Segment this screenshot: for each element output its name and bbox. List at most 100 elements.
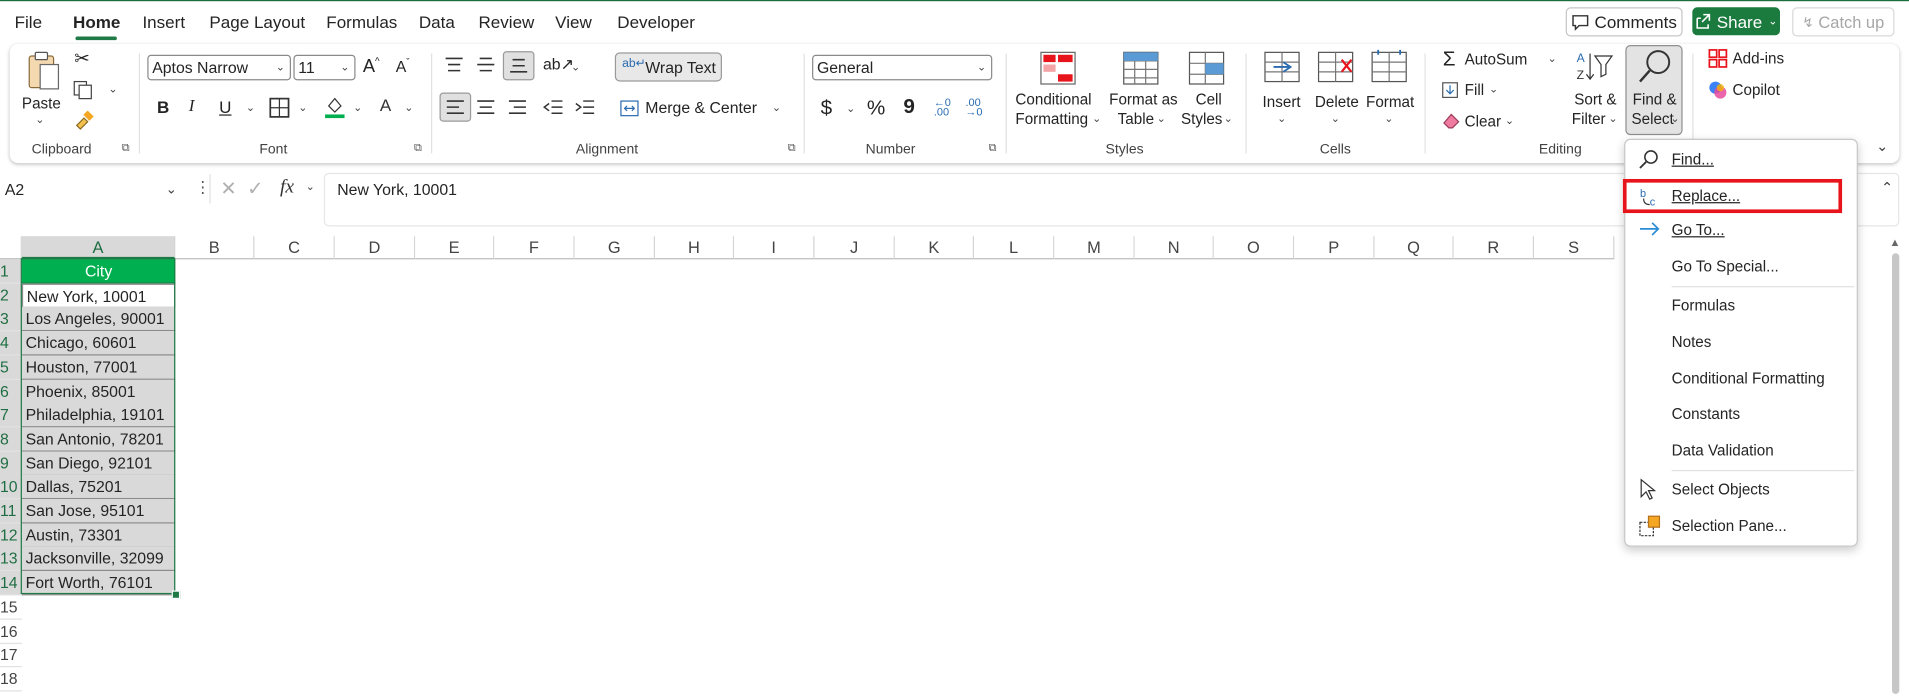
row-header-3[interactable]: 3: [0, 307, 22, 332]
fill-color-icon[interactable]: [324, 95, 346, 119]
menu-item-constants[interactable]: Constants: [1625, 397, 1856, 431]
column-header-n[interactable]: N: [1134, 236, 1214, 260]
column-header-k[interactable]: K: [894, 236, 974, 260]
menu-item-selection-pane[interactable]: Selection Pane...: [1625, 509, 1856, 543]
autosum-icon[interactable]: Σ: [1443, 47, 1456, 71]
column-header-i[interactable]: I: [734, 236, 815, 260]
row-header-6[interactable]: 6: [0, 379, 22, 404]
column-header-g[interactable]: G: [574, 236, 656, 260]
find-select-button[interactable]: Find & Select ⌄: [1625, 45, 1683, 136]
tab-review[interactable]: Review: [478, 12, 534, 31]
tab-view[interactable]: View: [555, 12, 592, 31]
row-header-10[interactable]: 10: [0, 475, 22, 500]
row-header-1[interactable]: 1: [0, 259, 22, 284]
cell-styles-label-2[interactable]: Styles: [1181, 110, 1222, 129]
dialog-launcher-icon[interactable]: ⧉: [122, 141, 130, 154]
enter-icon[interactable]: ✓: [247, 177, 263, 201]
tab-developer[interactable]: Developer: [617, 12, 695, 31]
header-cell[interactable]: City: [21, 259, 176, 284]
more-options-icon[interactable]: ⋮: [195, 178, 211, 197]
copy-icon[interactable]: [73, 80, 95, 100]
insert-cells-icon[interactable]: [1264, 51, 1301, 85]
insert-label[interactable]: Insert: [1263, 93, 1301, 112]
chevron-down-icon[interactable]: ⌄: [35, 113, 44, 126]
vertical-scrollbar[interactable]: ▲: [1890, 236, 1902, 696]
menu-item-select-objects[interactable]: Select Objects: [1625, 472, 1856, 506]
format-as-table-icon[interactable]: [1123, 51, 1160, 88]
italic-button[interactable]: I: [189, 97, 195, 116]
merge-center-button[interactable]: Merge & Center ⌄: [618, 97, 788, 121]
eraser-icon[interactable]: [1442, 112, 1461, 129]
currency-button[interactable]: $: [821, 96, 833, 120]
cancel-icon[interactable]: ✕: [220, 177, 236, 201]
column-header-m[interactable]: M: [1054, 236, 1135, 260]
align-left-button[interactable]: [439, 92, 472, 122]
bold-button[interactable]: B: [157, 97, 169, 116]
align-right-icon[interactable]: [508, 99, 527, 116]
conditional-formatting-icon[interactable]: [1040, 51, 1077, 88]
table-cell[interactable]: Austin, 73301: [21, 523, 176, 548]
table-cell[interactable]: Chicago, 60601: [21, 331, 176, 356]
insert-function-icon[interactable]: fx: [280, 177, 294, 199]
dialog-launcher-icon[interactable]: ⧉: [414, 141, 422, 154]
font-name-select[interactable]: Aptos Narrow ⌄: [147, 54, 291, 81]
chevron-down-icon[interactable]: ⌄: [1331, 112, 1340, 125]
table-cell[interactable]: Philadelphia, 19101: [21, 403, 176, 428]
active-cell[interactable]: New York, 10001: [21, 283, 176, 308]
sort-filter-label-2[interactable]: Filter: [1572, 110, 1606, 129]
copilot-label[interactable]: Copilot: [1733, 80, 1780, 99]
column-header-h[interactable]: H: [655, 236, 735, 260]
chevron-down-icon[interactable]: ⌄: [1608, 112, 1617, 125]
table-cell[interactable]: Phoenix, 85001: [21, 379, 176, 404]
tab-data[interactable]: Data: [419, 12, 455, 31]
add-ins-icon[interactable]: [1708, 49, 1728, 68]
chevron-down-icon[interactable]: ⌄: [1505, 114, 1514, 127]
format-cells-icon[interactable]: [1371, 49, 1408, 86]
column-header-o[interactable]: O: [1213, 236, 1295, 260]
table-cell[interactable]: Fort Worth, 76101: [21, 571, 176, 596]
menu-item-notes[interactable]: Notes: [1625, 325, 1856, 359]
decrease-font-icon[interactable]: Aˇ: [396, 57, 410, 76]
column-header-j[interactable]: J: [814, 236, 895, 260]
decrease-indent-icon[interactable]: [543, 99, 564, 116]
sort-filter-icon[interactable]: AZ: [1575, 49, 1614, 86]
cut-icon[interactable]: ✂: [74, 47, 89, 70]
delete-cells-icon[interactable]: [1317, 51, 1354, 85]
comma-style-button[interactable]: 9: [903, 95, 915, 119]
format-as-table-label-2[interactable]: Table: [1118, 110, 1154, 129]
column-header-e[interactable]: E: [415, 236, 495, 260]
column-header-l[interactable]: L: [974, 236, 1055, 260]
copilot-icon[interactable]: [1708, 80, 1727, 99]
row-header-7[interactable]: 7: [0, 403, 22, 428]
underline-button[interactable]: U: [219, 97, 231, 116]
name-box[interactable]: A2 ⌄: [0, 174, 185, 203]
sort-filter-label-1[interactable]: Sort &: [1574, 90, 1616, 109]
menu-item-formulas[interactable]: Formulas: [1625, 289, 1856, 323]
row-header-18[interactable]: 18: [0, 667, 22, 692]
table-cell[interactable]: San Antonio, 78201: [21, 427, 176, 452]
chevron-down-icon[interactable]: ⌄: [108, 83, 117, 96]
row-header-8[interactable]: 8: [0, 427, 22, 452]
column-header-r[interactable]: R: [1453, 236, 1535, 260]
percent-button[interactable]: %: [867, 96, 885, 120]
column-header-q[interactable]: Q: [1374, 236, 1454, 260]
share-button[interactable]: Share ⌄: [1692, 7, 1780, 36]
comments-button[interactable]: Comments: [1565, 7, 1683, 37]
tab-insert[interactable]: Insert: [142, 12, 185, 31]
tab-formulas[interactable]: Formulas: [326, 12, 397, 31]
decrease-decimal-icon[interactable]: .00 →0: [965, 97, 982, 118]
menu-item-data-validation[interactable]: Data Validation: [1625, 433, 1856, 467]
conditional-formatting-label-1[interactable]: Conditional: [1015, 90, 1091, 109]
chevron-down-icon[interactable]: ⌄: [1547, 52, 1556, 65]
row-header-5[interactable]: 5: [0, 355, 22, 380]
conditional-formatting-label-2[interactable]: Formatting: [1015, 110, 1088, 129]
table-cell[interactable]: San Diego, 92101: [21, 451, 176, 476]
fill-handle[interactable]: [171, 590, 181, 600]
chevron-down-icon[interactable]: ⌄: [846, 102, 855, 115]
format-label[interactable]: Format: [1366, 93, 1414, 112]
add-ins-label[interactable]: Add-ins: [1733, 49, 1785, 68]
align-center-icon[interactable]: [476, 99, 495, 116]
chevron-down-icon[interactable]: ⌄: [404, 101, 413, 114]
table-cell[interactable]: Jacksonville, 32099: [21, 547, 176, 572]
chevron-down-icon[interactable]: ⌄: [1224, 112, 1233, 125]
